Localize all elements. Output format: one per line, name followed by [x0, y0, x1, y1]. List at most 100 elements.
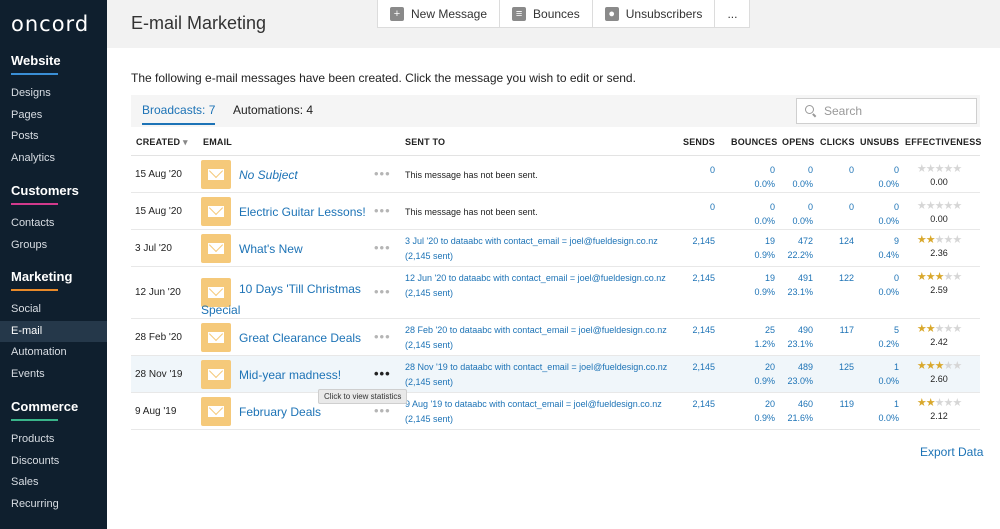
search-box[interactable] [796, 98, 977, 124]
bounces-value[interactable]: 25 1.2% [754, 323, 775, 351]
table-row[interactable]: 15 Aug '20 No Subject ••• This message has … [131, 156, 980, 193]
email-subject-link[interactable]: Mid-year madness! [239, 368, 341, 382]
sidebar-item-analytics[interactable]: Analytics [0, 148, 107, 170]
sends-value[interactable]: 2,145 [692, 360, 715, 374]
clicks-value[interactable]: 124 [839, 234, 854, 248]
table-row[interactable]: 28 Feb '20 Great Clearance Deals ••• 28 Feb… [131, 319, 980, 356]
sends-value[interactable]: 2,145 [692, 323, 715, 337]
sends-value[interactable]: 2,145 [692, 271, 715, 285]
bounces-value[interactable]: 20 0.9% [754, 360, 775, 388]
nav-heading[interactable]: Website [0, 52, 107, 72]
table-row[interactable]: 12 Jun '20 10 Days 'Till Christmas Specia… [131, 267, 980, 319]
nav-heading[interactable]: Marketing [0, 268, 107, 288]
sidebar-item-groups[interactable]: Groups [0, 235, 107, 257]
unsubs-value[interactable]: 0 0.0% [878, 200, 899, 228]
sidebar-item-posts[interactable]: Posts [0, 126, 107, 148]
opens-value[interactable]: 0 0.0% [792, 200, 813, 228]
nav-heading[interactable]: Commerce [0, 398, 107, 418]
unsubs-percent: 0.4% [878, 250, 899, 260]
bounces-value[interactable]: 19 0.9% [754, 271, 775, 299]
sends-value[interactable]: 0 [710, 200, 715, 214]
sidebar-item-pages[interactable]: Pages [0, 105, 107, 127]
nav-heading[interactable]: Customers [0, 182, 107, 202]
unsubs-value[interactable]: 1 0.0% [878, 360, 899, 388]
star-icon: ★ [925, 271, 936, 283]
clicks-value[interactable]: 119 [840, 397, 854, 411]
email-subject-link[interactable]: 10 Days 'Till Christmas Special [201, 279, 361, 321]
bounces-value[interactable]: 20 0.9% [754, 397, 775, 425]
toolbar-button-bounces[interactable]: ≡ Bounces [500, 0, 593, 27]
sent-to-link[interactable]: 28 Feb '20 to dataabc with contact_email… [405, 323, 667, 353]
email-envelope-icon[interactable] [201, 234, 231, 263]
email-envelope-icon[interactable] [201, 397, 231, 426]
sent-to-link[interactable]: 28 Nov '19 to dataabc with contact_email… [405, 360, 667, 390]
more-options-icon[interactable]: ••• [374, 366, 391, 381]
sidebar-item-recurring[interactable]: Recurring [0, 494, 107, 516]
unsubs-value[interactable]: 9 0.4% [878, 234, 899, 262]
toolbar-button-more[interactable]: ... [715, 0, 749, 27]
tab-automations[interactable]: Automations: 4 [233, 103, 313, 117]
sidebar-item-e-mail[interactable]: E-mail [0, 320, 107, 342]
header-created[interactable]: CREATED ▾ [136, 137, 188, 148]
clicks-value[interactable]: 0 [849, 163, 854, 177]
plus-icon: + [390, 6, 404, 21]
unsubs-value[interactable]: 5 0.2% [878, 323, 899, 351]
sidebar-item-designs[interactable]: Designs [0, 83, 107, 105]
sidebar-item-social[interactable]: Social [0, 299, 107, 321]
bounces-value[interactable]: 19 0.9% [754, 234, 775, 262]
clicks-value[interactable]: 0 [849, 200, 854, 214]
opens-value[interactable]: 489 23.0% [787, 360, 813, 388]
bounces-value[interactable]: 0 0.0% [754, 163, 775, 191]
toolbar-button-new-message[interactable]: + New Message [378, 0, 501, 27]
search-input[interactable] [824, 104, 974, 118]
sent-to-link[interactable]: 9 Aug '19 to dataabc with contact_email … [405, 397, 662, 427]
clicks-value[interactable]: 122 [839, 271, 854, 285]
opens-value[interactable]: 490 23.1% [787, 323, 813, 351]
oncord-logo[interactable]: oncord [11, 12, 89, 36]
unsubs-value[interactable]: 0 0.0% [878, 271, 899, 299]
email-subject-link[interactable]: Great Clearance Deals [239, 331, 361, 345]
sent-to-link[interactable]: 12 Jun '20 to dataabc with contact_email… [405, 271, 666, 301]
email-envelope-icon[interactable] [201, 197, 231, 226]
sidebar-item-sales[interactable]: Sales [0, 472, 107, 494]
table-row[interactable]: 28 Nov '19 Mid-year madness! ••• 28 Nov '19… [131, 356, 980, 393]
table-row[interactable]: 15 Aug '20 Electric Guitar Lessons! ••• Thi… [131, 193, 980, 230]
opens-value[interactable]: 491 23.1% [787, 271, 813, 299]
more-options-icon[interactable]: ••• [374, 203, 391, 218]
more-options-icon[interactable]: ••• [374, 284, 391, 299]
table-row[interactable]: 3 Jul '20 What's New ••• 3 Jul '20 to dataa… [131, 230, 980, 267]
unsubs-value[interactable]: 0 0.0% [878, 163, 899, 191]
sidebar-item-discounts[interactable]: Discounts [0, 451, 107, 473]
toolbar-button-unsubscribers[interactable]: ● Unsubscribers [593, 0, 716, 27]
bounces-value[interactable]: 0 0.0% [754, 200, 775, 228]
clicks-value[interactable]: 117 [840, 323, 854, 337]
sends-value[interactable]: 2,145 [692, 234, 715, 248]
sends-value[interactable]: 2,145 [692, 397, 715, 411]
export-data-link[interactable]: Export Data [920, 445, 983, 459]
email-subject-link[interactable]: Electric Guitar Lessons! [239, 205, 366, 219]
more-options-icon[interactable]: ••• [374, 329, 391, 344]
table-row[interactable]: 9 Aug '19 February Deals ••• 9 Aug '19 to d… [131, 393, 980, 430]
email-envelope-icon[interactable] [201, 323, 231, 352]
more-options-icon[interactable]: ••• [374, 240, 391, 255]
sent-to-link[interactable]: 3 Jul '20 to dataabc with contact_email … [405, 234, 658, 264]
sidebar-item-products[interactable]: Products [0, 429, 107, 451]
sidebar-item-events[interactable]: Events [0, 364, 107, 386]
opens-value[interactable]: 0 0.0% [792, 163, 813, 191]
clicks-value[interactable]: 125 [839, 360, 854, 374]
more-options-icon[interactable]: ••• [374, 403, 391, 418]
sends-value[interactable]: 0 [710, 163, 715, 177]
unsubs-value[interactable]: 1 0.0% [878, 397, 899, 425]
email-envelope-icon[interactable] [201, 360, 231, 389]
email-envelope-icon[interactable] [201, 160, 231, 189]
tab-broadcasts[interactable]: Broadcasts: 7 [142, 103, 216, 125]
email-subject-link[interactable]: What's New [239, 242, 303, 256]
sidebar-item-contacts[interactable]: Contacts [0, 213, 107, 235]
sidebar-item-automation[interactable]: Automation [0, 342, 107, 364]
email-subject-link[interactable]: No Subject [239, 168, 298, 182]
opens-value[interactable]: 460 21.6% [787, 397, 813, 425]
opens-percent: 23.1% [787, 287, 813, 297]
opens-value[interactable]: 472 22.2% [787, 234, 813, 262]
more-options-icon[interactable]: ••• [374, 166, 391, 181]
email-subject-link[interactable]: February Deals [239, 405, 321, 419]
